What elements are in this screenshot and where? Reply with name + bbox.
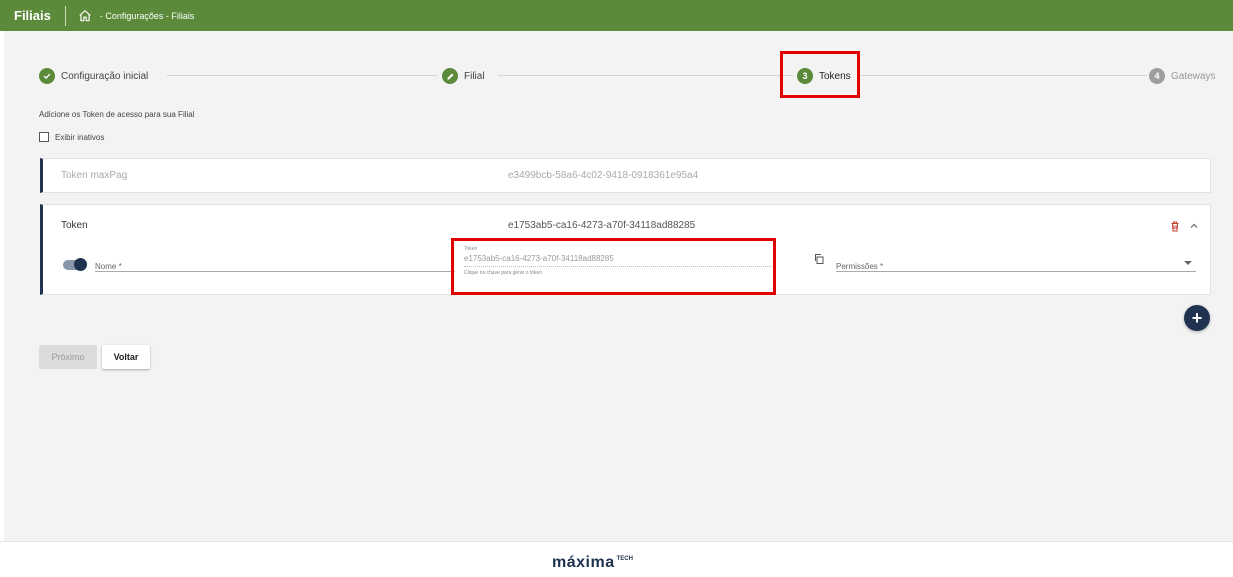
toggle-knob <box>74 258 87 271</box>
show-inactive-toggle[interactable]: Exibir inativos <box>39 132 104 142</box>
check-icon <box>39 68 55 84</box>
trash-icon[interactable] <box>1169 220 1181 233</box>
next-button[interactable]: Próximo <box>39 345 97 369</box>
header-divider <box>64 5 66 26</box>
chevron-down-icon <box>1184 261 1192 265</box>
token-title: Token maxPag <box>61 170 128 181</box>
breadcrumb: - Configurações - Filiais <box>99 10 195 21</box>
step-filial[interactable]: Filial <box>442 65 485 87</box>
step-number: 4 <box>1149 68 1165 84</box>
highlight-box-token-field <box>451 238 776 295</box>
back-button[interactable]: Voltar <box>102 345 150 369</box>
home-icon[interactable] <box>78 9 92 23</box>
step-label: Configuração inicial <box>61 70 149 82</box>
pencil-icon <box>442 68 458 84</box>
permissions-placeholder: Permissões * <box>836 262 884 271</box>
permissions-select[interactable]: Permissões * <box>836 256 1196 272</box>
token-card-maxpag[interactable]: Token maxPag e3499bcb-58a6-4c02-9418-091… <box>40 158 1211 193</box>
token-value: e3499bcb-58a6-4c02-9418-0918361e95a4 <box>508 170 699 181</box>
step-configuracao-inicial[interactable]: Configuração inicial <box>39 65 148 87</box>
step-label: Gateways <box>1171 70 1216 82</box>
checkbox[interactable] <box>39 132 49 142</box>
brand-suffix: TECH <box>616 556 633 562</box>
active-toggle[interactable] <box>63 258 87 271</box>
stepper: Configuração inicial Filial 3 Tokens 4 G… <box>39 65 1215 87</box>
step-connector <box>167 75 437 76</box>
step-label: Filial <box>464 70 485 82</box>
checkbox-label: Exibir inativos <box>55 132 105 142</box>
name-placeholder: Nome * <box>95 262 122 271</box>
step-connector <box>859 75 1147 76</box>
plus-icon: + <box>1191 307 1203 328</box>
footer: máxima TECH <box>0 541 1233 577</box>
brand-logo: máxima TECH <box>552 554 633 572</box>
page-title: Filiais <box>14 8 51 23</box>
step-gateways[interactable]: 4 Gateways <box>1149 65 1215 87</box>
top-bar: Filiais - Configurações - Filiais <box>0 0 1233 31</box>
step-connector <box>498 75 793 76</box>
add-token-button[interactable]: + <box>1184 305 1210 331</box>
token-value: e1753ab5-ca16-4273-a70f-34118ad88285 <box>508 220 696 231</box>
token-title: Token <box>61 220 88 231</box>
intro-text: Adicione os Token de acesso para sua Fil… <box>39 110 195 119</box>
copy-icon[interactable] <box>813 253 825 265</box>
chevron-up-icon[interactable] <box>1188 220 1200 232</box>
brand-name: máxima <box>552 554 615 571</box>
name-field[interactable]: Nome * <box>95 256 455 272</box>
highlight-box-tokens-step <box>780 51 860 98</box>
